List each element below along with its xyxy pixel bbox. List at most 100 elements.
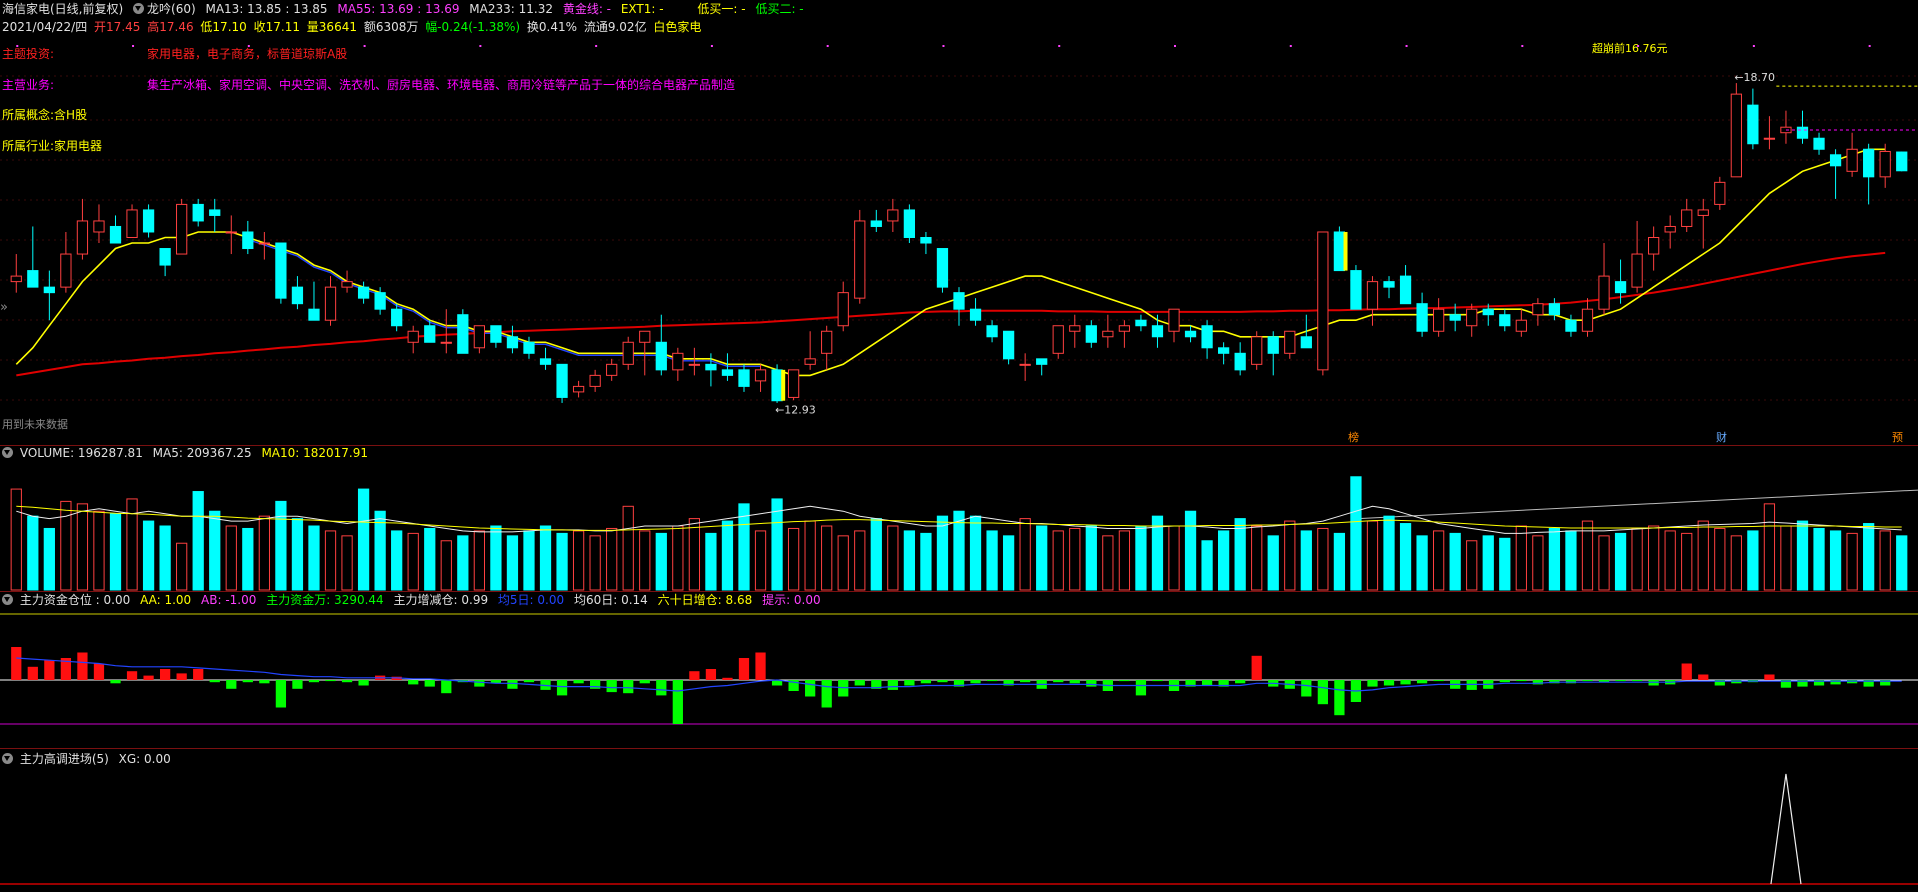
candle <box>556 363 568 398</box>
collapse-arrow-icon[interactable] <box>133 3 145 14</box>
candle <box>1499 314 1511 327</box>
volume-bar <box>225 525 237 591</box>
volume-bar <box>424 527 436 591</box>
fund-bar <box>1698 674 1709 680</box>
candle <box>953 292 965 310</box>
volume-bar <box>639 530 651 591</box>
candle <box>1581 308 1594 332</box>
volume-bar <box>589 535 601 591</box>
volume-value: VOLUME: 196287.81 <box>19 446 143 460</box>
trend-line-blue <box>247 238 761 367</box>
fund-bar <box>920 680 932 684</box>
fund-bar <box>77 652 88 680</box>
volume-bar <box>1267 535 1279 591</box>
volume-bar <box>242 527 254 591</box>
fund-bar <box>738 658 750 680</box>
volume-bar <box>1631 527 1643 591</box>
signal-spike <box>1770 773 1802 885</box>
top-dot <box>710 45 713 47</box>
volume-bar <box>721 520 734 591</box>
collapse-arrow-icon[interactable] <box>2 447 13 458</box>
candle <box>1763 137 1776 140</box>
candle <box>1002 330 1015 360</box>
fund-wan: 主力资金万: 3290.44 <box>266 593 384 607</box>
expand-arrow-icon[interactable]: » <box>0 300 8 315</box>
fund-bar <box>1251 655 1262 680</box>
fund-bar <box>1201 680 1213 686</box>
quote-change: 幅-0.24(-1.38%) <box>425 20 521 34</box>
stock-title[interactable]: 海信家电(日线,前复权) <box>2 2 123 16</box>
volume-bar <box>1499 537 1511 591</box>
fund-bar <box>474 680 485 687</box>
volume-bar <box>457 535 469 591</box>
candle <box>1482 308 1494 316</box>
candle <box>1631 253 1643 288</box>
collapse-arrow-icon[interactable] <box>2 753 13 764</box>
future-data-note: 用到未来数据 <box>2 418 68 431</box>
fund-avg5: 均5日: 0.00 <box>497 593 565 607</box>
fund-bar <box>705 669 717 680</box>
volume-bar <box>1829 530 1842 591</box>
volume-bar <box>688 518 701 591</box>
volume-bar <box>920 532 932 591</box>
candle <box>1267 336 1279 354</box>
indicator-toggle[interactable]: 龙吟(60) <box>133 2 196 16</box>
volume-bar <box>1747 530 1759 591</box>
fund-bar <box>689 671 700 680</box>
candle <box>1532 303 1544 316</box>
volume-bar <box>1317 527 1329 591</box>
top-dot <box>1521 45 1524 47</box>
volume-bar <box>1565 530 1577 591</box>
candle <box>622 341 634 365</box>
fund-bar <box>805 680 816 697</box>
candle <box>1383 281 1395 288</box>
top-note: 超崩前16.76元 <box>1592 42 1668 55</box>
volume-bar <box>754 530 767 591</box>
fund-bar <box>1334 680 1345 716</box>
candle <box>1416 303 1428 332</box>
header-row: 海信家电(日线,前复权) 龙吟(60) MA13: 13.85 : 13.85 … <box>2 2 810 17</box>
panel-divider <box>0 591 1918 592</box>
candle <box>1019 363 1031 366</box>
business-value: 集生产冰箱、家用空调、中央空调、洗衣机、厨房电器、环境电器、商用冷链等产品于一体… <box>147 78 736 92</box>
volume-bar <box>1896 535 1908 591</box>
quote-sector[interactable]: 白色家电 <box>653 20 701 34</box>
candle <box>1598 275 1610 310</box>
fund-bar <box>11 647 22 680</box>
top-dot <box>1752 45 1755 47</box>
fund-bar <box>358 680 369 686</box>
candle <box>655 341 667 371</box>
volume-bar <box>705 532 717 591</box>
candle <box>1168 308 1180 332</box>
fund-bar <box>110 680 121 684</box>
top-dot <box>595 45 598 47</box>
candle <box>1234 352 1246 371</box>
candle <box>391 308 403 327</box>
volume-bar <box>1036 525 1048 591</box>
volume-bar <box>324 530 337 591</box>
quote-open: 开17.45 <box>94 20 141 34</box>
candle <box>887 209 899 222</box>
indicator-name: 龙吟(60) <box>147 2 196 16</box>
fund-hint: 提示: 0.00 <box>762 593 821 607</box>
candle <box>1052 325 1064 354</box>
candle <box>1184 330 1197 338</box>
candle <box>109 225 122 244</box>
volume-bar <box>771 498 783 591</box>
volume-bar <box>887 525 899 591</box>
volume-bar <box>506 535 519 591</box>
volume-bar <box>572 530 585 591</box>
fund-bar <box>1152 680 1163 682</box>
fund-bar <box>672 680 683 724</box>
fund-bar <box>904 680 915 686</box>
fund-bar <box>1383 680 1395 686</box>
volume-bar <box>523 530 535 591</box>
candle <box>324 286 337 321</box>
low-buy1-value: 低买一: - <box>697 2 746 16</box>
collapse-arrow-icon[interactable] <box>2 594 13 605</box>
volume-bar <box>258 515 270 591</box>
volume-bar <box>1069 527 1081 591</box>
candle <box>523 341 535 354</box>
fund-bar <box>639 680 650 684</box>
candle <box>986 325 998 338</box>
